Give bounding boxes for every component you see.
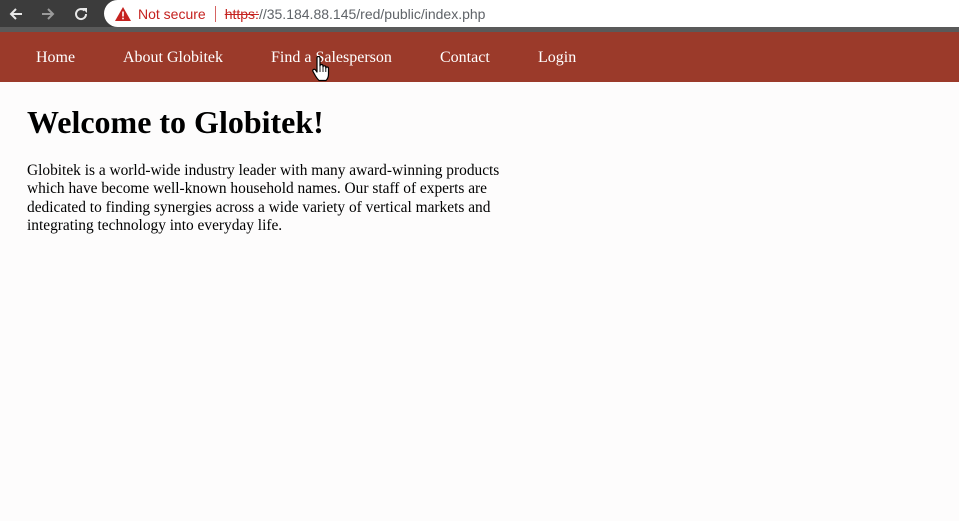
address-bar[interactable]: Not secure https://35.184.88.145/red/pub… xyxy=(104,0,959,27)
nav-link-login[interactable]: Login xyxy=(538,49,576,67)
hand-cursor-icon xyxy=(312,56,330,82)
back-button[interactable] xyxy=(5,3,27,25)
back-arrow-icon xyxy=(9,8,22,20)
nav-link-home[interactable]: Home xyxy=(36,49,75,67)
site-navigation: Home About Globitek Find a Salesperson C… xyxy=(0,32,959,82)
divider xyxy=(214,5,216,22)
nav-link-about[interactable]: About Globitek xyxy=(123,49,223,67)
security-status[interactable]: Not secure xyxy=(138,6,206,22)
reload-button[interactable] xyxy=(70,3,92,25)
page-title: Welcome to Globitek! xyxy=(27,104,324,140)
nav-link-find-salesperson[interactable]: Find a Salesperson xyxy=(271,49,392,67)
nav-link-contact[interactable]: Contact xyxy=(440,49,490,67)
warning-icon xyxy=(114,6,132,22)
forward-button[interactable] xyxy=(37,3,59,25)
forward-arrow-icon xyxy=(42,8,55,20)
url-scheme: https: xyxy=(224,5,259,22)
reload-icon xyxy=(75,8,88,21)
browser-toolbar: Not secure https://35.184.88.145/red/pub… xyxy=(0,0,959,27)
intro-paragraph: Globitek is a world-wide industry leader… xyxy=(27,162,500,234)
url-path: //35.184.88.145/red/public/index.php xyxy=(258,5,486,22)
